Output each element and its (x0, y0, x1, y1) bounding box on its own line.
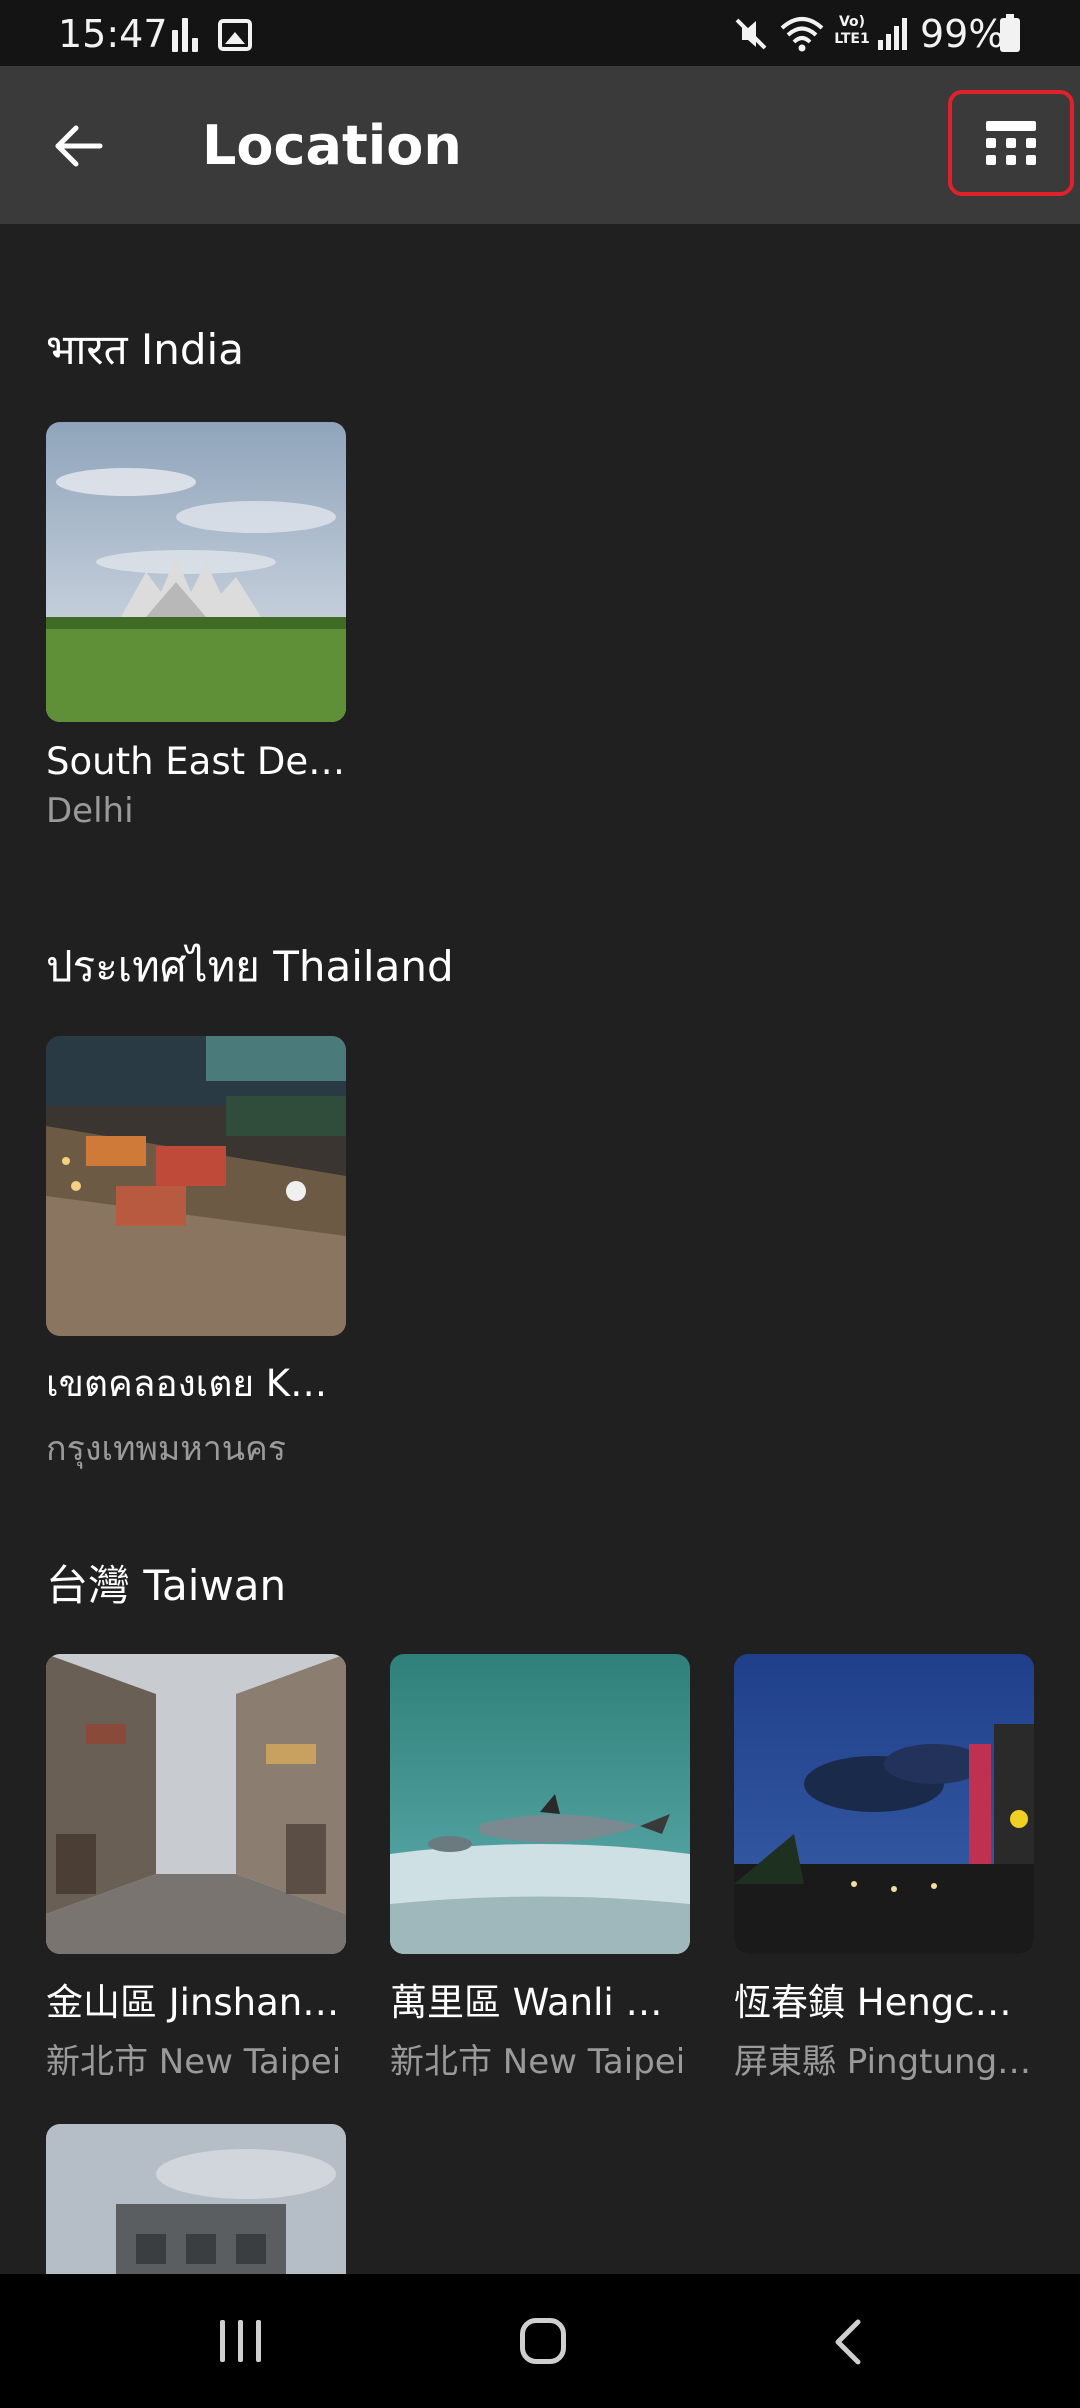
place-thumbnail (734, 1654, 1034, 1954)
grid-view-icon (986, 121, 1036, 165)
app-bar: Location (0, 66, 1080, 224)
place-thumbnail (390, 1654, 690, 1954)
mute-icon (735, 18, 767, 50)
place-subtitle: 新北市 New Taipei (46, 2042, 342, 2082)
place-subtitle: 新北市 New Taipei (390, 2042, 686, 2082)
place-title: 恆春鎮 Hengchun (734, 1981, 1034, 2024)
back-button[interactable] (38, 106, 118, 186)
arrow-left-icon (55, 125, 103, 167)
view-mode-button[interactable] (948, 90, 1074, 196)
signal-icon (878, 18, 910, 50)
page-title: Location (202, 114, 462, 177)
place-thumbnail (46, 1654, 346, 1954)
place-subtitle: 屏東縣 Pingtung County (734, 2042, 1034, 2082)
location-list[interactable]: भारत India South East Delhi Delhi ประเทศ… (0, 224, 1080, 2274)
navigation-bar (0, 2274, 1080, 2408)
place-card[interactable] (46, 2124, 346, 2274)
place-card[interactable]: 恆春鎮 Hengchun 屏東縣 Pingtung County (734, 1654, 1034, 2083)
volte-icon: Vo) LTE1 (834, 14, 870, 47)
place-title: 萬里區 Wanli District (390, 1981, 690, 2024)
recent-apps-icon[interactable] (220, 2320, 262, 2362)
status-time: 15:47 (58, 12, 168, 56)
place-title: South East Delhi (46, 740, 346, 783)
home-icon[interactable] (520, 2318, 566, 2364)
place-card[interactable]: เขตคลองเตย Khlong Toei กรุงเทพมหานคร (46, 1036, 346, 1475)
place-thumbnail (46, 422, 346, 722)
battery-icon (1000, 14, 1020, 52)
wifi-icon (780, 17, 824, 52)
back-icon[interactable] (828, 2318, 868, 2366)
place-thumbnail (46, 1036, 346, 1336)
section-title-taiwan: 台灣 Taiwan (46, 1561, 287, 1610)
place-title: เขตคลองเตย Khlong Toei (46, 1362, 346, 1405)
place-subtitle: Delhi (46, 791, 134, 831)
place-card[interactable]: South East Delhi Delhi (46, 422, 346, 831)
place-thumbnail (46, 2124, 346, 2274)
place-subtitle: กรุงเทพมหานคร (46, 1429, 287, 1469)
gallery-icon (218, 19, 252, 51)
place-title: 金山區 Jinshan District (46, 1981, 346, 2024)
battery-level: 99% (920, 12, 1005, 56)
status-bar: 15:47 Vo) LTE1 99% (0, 0, 1080, 66)
section-title-india: भारत India (46, 325, 244, 374)
section-title-thailand: ประเทศไทย Thailand (46, 942, 454, 991)
place-card[interactable]: 金山區 Jinshan District 新北市 New Taipei (46, 1654, 346, 2083)
activity-icon (172, 18, 198, 52)
place-card[interactable]: 萬里區 Wanli District 新北市 New Taipei (390, 1654, 690, 2083)
